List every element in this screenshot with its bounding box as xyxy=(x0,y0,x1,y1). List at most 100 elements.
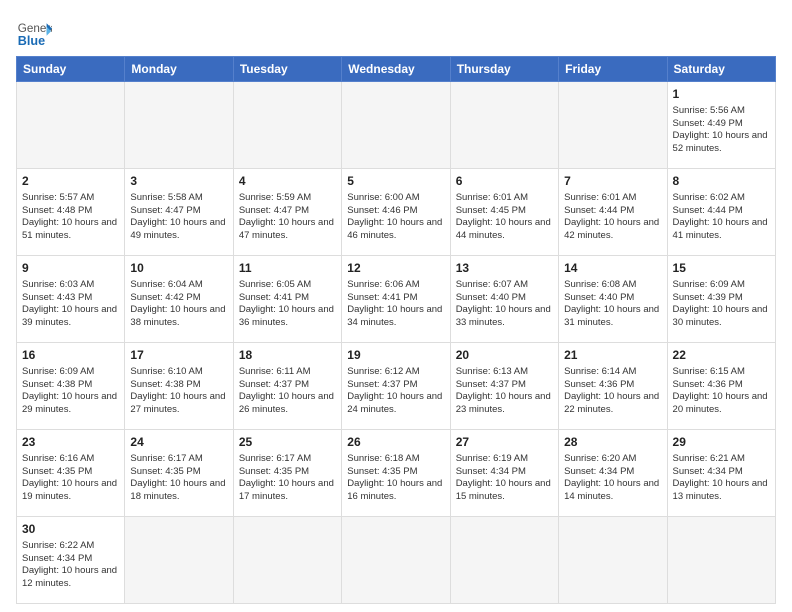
calendar-day-cell xyxy=(125,517,233,604)
calendar-day-cell: 21 Sunrise: 6:14 AM Sunset: 4:36 PM Dayli… xyxy=(559,343,667,430)
calendar-day-cell xyxy=(233,82,341,169)
calendar-day-cell xyxy=(125,82,233,169)
day-info: Sunrise: 6:17 AM Sunset: 4:35 PM Dayligh… xyxy=(130,453,227,504)
day-number: 6 xyxy=(456,173,553,190)
day-number: 5 xyxy=(347,173,444,190)
calendar-day-cell xyxy=(233,517,341,604)
day-info: Sunrise: 6:13 AM Sunset: 4:37 PM Dayligh… xyxy=(456,366,553,417)
calendar-day-cell xyxy=(342,517,450,604)
day-number: 24 xyxy=(130,434,227,451)
day-info: Sunrise: 6:01 AM Sunset: 4:44 PM Dayligh… xyxy=(564,192,661,243)
day-number: 4 xyxy=(239,173,336,190)
calendar-day-cell xyxy=(17,82,125,169)
calendar-week-row: 2Sunrise: 5:57 AM Sunset: 4:48 PM Daylig… xyxy=(17,169,776,256)
calendar-day-cell xyxy=(667,517,775,604)
calendar-day-cell: 18 Sunrise: 6:11 AM Sunset: 4:37 PM Dayli… xyxy=(233,343,341,430)
day-number: 27 xyxy=(456,434,553,451)
day-info: Sunrise: 6:15 AM Sunset: 4:36 PM Dayligh… xyxy=(673,366,770,417)
day-number: 7 xyxy=(564,173,661,190)
day-info: Sunrise: 6:20 AM Sunset: 4:34 PM Dayligh… xyxy=(564,453,661,504)
calendar-day-cell xyxy=(559,82,667,169)
day-info: Sunrise: 6:22 AM Sunset: 4:34 PM Dayligh… xyxy=(22,540,119,591)
calendar-day-cell: 17 Sunrise: 6:10 AM Sunset: 4:38 PM Dayli… xyxy=(125,343,233,430)
calendar-day-cell: 25Sunrise: 6:17 AM Sunset: 4:35 PM Dayli… xyxy=(233,430,341,517)
logo: General Blue xyxy=(16,16,52,52)
day-number: 11 xyxy=(239,260,336,277)
calendar-day-cell: 14 Sunrise: 6:08 AM Sunset: 4:40 PM Dayli… xyxy=(559,256,667,343)
day-number: 26 xyxy=(347,434,444,451)
day-number: 28 xyxy=(564,434,661,451)
day-info: Sunrise: 6:10 AM Sunset: 4:38 PM Dayligh… xyxy=(130,366,227,417)
day-number: 16 xyxy=(22,347,119,364)
calendar-day-cell xyxy=(342,82,450,169)
day-number: 29 xyxy=(673,434,770,451)
calendar-day-cell: 28 Sunrise: 6:20 AM Sunset: 4:34 PM Dayli… xyxy=(559,430,667,517)
calendar-day-cell: 7 Sunrise: 6:01 AM Sunset: 4:44 PM Daylig… xyxy=(559,169,667,256)
day-number: 14 xyxy=(564,260,661,277)
weekday-friday: Friday xyxy=(559,57,667,82)
weekday-monday: Monday xyxy=(125,57,233,82)
calendar-day-cell: 19Sunrise: 6:12 AM Sunset: 4:37 PM Dayli… xyxy=(342,343,450,430)
day-info: Sunrise: 5:58 AM Sunset: 4:47 PM Dayligh… xyxy=(130,192,227,243)
day-number: 18 xyxy=(239,347,336,364)
calendar-day-cell: 22 Sunrise: 6:15 AM Sunset: 4:36 PM Dayli… xyxy=(667,343,775,430)
day-info: Sunrise: 6:09 AM Sunset: 4:39 PM Dayligh… xyxy=(673,279,770,330)
calendar-day-cell: 10 Sunrise: 6:04 AM Sunset: 4:42 PM Dayli… xyxy=(125,256,233,343)
weekday-wednesday: Wednesday xyxy=(342,57,450,82)
day-info: Sunrise: 6:19 AM Sunset: 4:34 PM Dayligh… xyxy=(456,453,553,504)
page: General Blue SundayMondayTuesdayWednesda… xyxy=(0,0,792,612)
calendar-day-cell: 6 Sunrise: 6:01 AM Sunset: 4:45 PM Daylig… xyxy=(450,169,558,256)
calendar-day-cell: 3 Sunrise: 5:58 AM Sunset: 4:47 PM Daylig… xyxy=(125,169,233,256)
calendar-day-cell: 26Sunrise: 6:18 AM Sunset: 4:35 PM Dayli… xyxy=(342,430,450,517)
calendar-day-cell: 1 Sunrise: 5:56 AM Sunset: 4:49 PM Daylig… xyxy=(667,82,775,169)
day-info: Sunrise: 6:16 AM Sunset: 4:35 PM Dayligh… xyxy=(22,453,119,504)
calendar-day-cell: 9 Sunrise: 6:03 AM Sunset: 4:43 PM Daylig… xyxy=(17,256,125,343)
calendar-day-cell: 5Sunrise: 6:00 AM Sunset: 4:46 PM Daylig… xyxy=(342,169,450,256)
weekday-saturday: Saturday xyxy=(667,57,775,82)
day-info: Sunrise: 6:03 AM Sunset: 4:43 PM Dayligh… xyxy=(22,279,119,330)
day-info: Sunrise: 5:56 AM Sunset: 4:49 PM Dayligh… xyxy=(673,105,770,156)
day-info: Sunrise: 6:04 AM Sunset: 4:42 PM Dayligh… xyxy=(130,279,227,330)
day-number: 19 xyxy=(347,347,444,364)
day-number: 3 xyxy=(130,173,227,190)
day-info: Sunrise: 6:08 AM Sunset: 4:40 PM Dayligh… xyxy=(564,279,661,330)
day-number: 22 xyxy=(673,347,770,364)
svg-text:Blue: Blue xyxy=(18,34,45,48)
day-number: 9 xyxy=(22,260,119,277)
day-number: 15 xyxy=(673,260,770,277)
calendar-day-cell: 16Sunrise: 6:09 AM Sunset: 4:38 PM Dayli… xyxy=(17,343,125,430)
header: General Blue xyxy=(16,16,776,52)
weekday-header-row: SundayMondayTuesdayWednesdayThursdayFrid… xyxy=(17,57,776,82)
generalblue-logo-icon: General Blue xyxy=(16,16,52,52)
day-number: 8 xyxy=(673,173,770,190)
day-number: 13 xyxy=(456,260,553,277)
day-info: Sunrise: 6:21 AM Sunset: 4:34 PM Dayligh… xyxy=(673,453,770,504)
calendar-day-cell: 11 Sunrise: 6:05 AM Sunset: 4:41 PM Dayli… xyxy=(233,256,341,343)
day-number: 17 xyxy=(130,347,227,364)
calendar-day-cell: 12Sunrise: 6:06 AM Sunset: 4:41 PM Dayli… xyxy=(342,256,450,343)
day-info: Sunrise: 6:01 AM Sunset: 4:45 PM Dayligh… xyxy=(456,192,553,243)
day-info: Sunrise: 6:17 AM Sunset: 4:35 PM Dayligh… xyxy=(239,453,336,504)
calendar-day-cell: 27 Sunrise: 6:19 AM Sunset: 4:34 PM Dayli… xyxy=(450,430,558,517)
calendar-week-row: 9 Sunrise: 6:03 AM Sunset: 4:43 PM Daylig… xyxy=(17,256,776,343)
day-info: Sunrise: 6:02 AM Sunset: 4:44 PM Dayligh… xyxy=(673,192,770,243)
calendar-day-cell xyxy=(450,517,558,604)
day-number: 1 xyxy=(673,86,770,103)
calendar-day-cell: 15 Sunrise: 6:09 AM Sunset: 4:39 PM Dayli… xyxy=(667,256,775,343)
day-number: 21 xyxy=(564,347,661,364)
calendar-day-cell: 2Sunrise: 5:57 AM Sunset: 4:48 PM Daylig… xyxy=(17,169,125,256)
calendar-day-cell xyxy=(450,82,558,169)
weekday-thursday: Thursday xyxy=(450,57,558,82)
calendar-day-cell: 29 Sunrise: 6:21 AM Sunset: 4:34 PM Dayli… xyxy=(667,430,775,517)
calendar-table: SundayMondayTuesdayWednesdayThursdayFrid… xyxy=(16,56,776,604)
day-info: Sunrise: 6:06 AM Sunset: 4:41 PM Dayligh… xyxy=(347,279,444,330)
calendar-day-cell: 24 Sunrise: 6:17 AM Sunset: 4:35 PM Dayli… xyxy=(125,430,233,517)
calendar-day-cell: 13 Sunrise: 6:07 AM Sunset: 4:40 PM Dayli… xyxy=(450,256,558,343)
calendar-week-row: 23Sunrise: 6:16 AM Sunset: 4:35 PM Dayli… xyxy=(17,430,776,517)
day-info: Sunrise: 6:05 AM Sunset: 4:41 PM Dayligh… xyxy=(239,279,336,330)
day-info: Sunrise: 6:07 AM Sunset: 4:40 PM Dayligh… xyxy=(456,279,553,330)
day-info: Sunrise: 6:14 AM Sunset: 4:36 PM Dayligh… xyxy=(564,366,661,417)
weekday-sunday: Sunday xyxy=(17,57,125,82)
day-number: 10 xyxy=(130,260,227,277)
day-info: Sunrise: 6:11 AM Sunset: 4:37 PM Dayligh… xyxy=(239,366,336,417)
